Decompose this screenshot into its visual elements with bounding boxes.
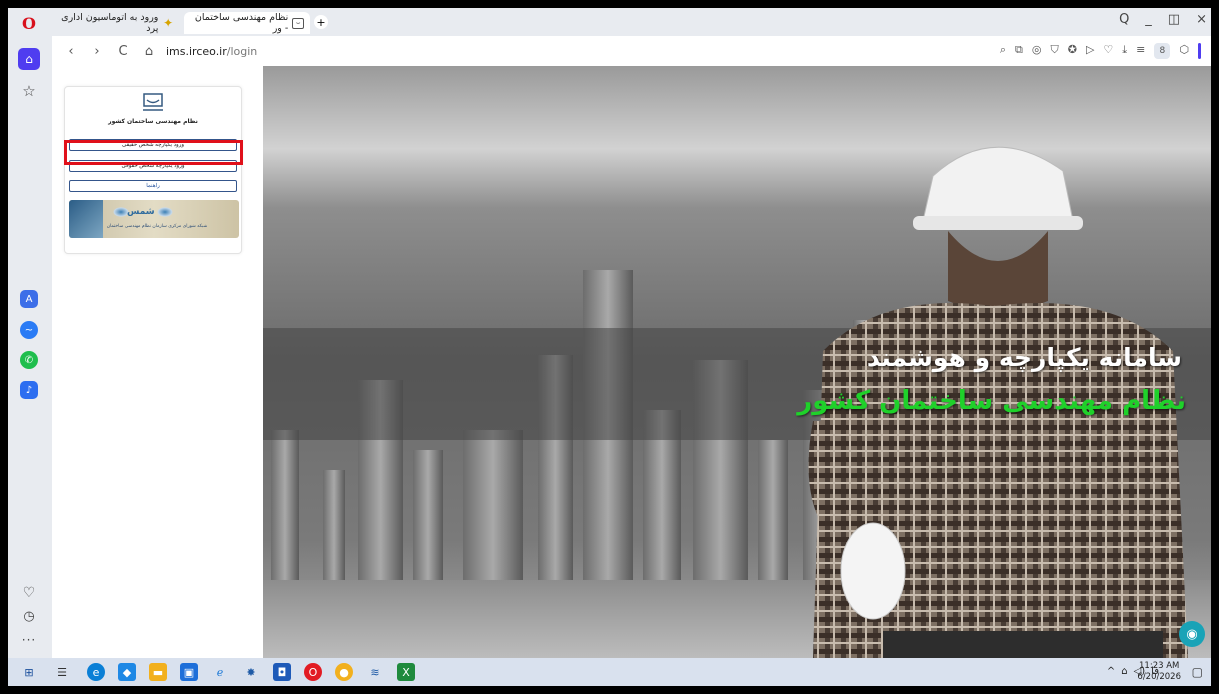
settings-tool-icon[interactable]: ✸ bbox=[242, 663, 260, 681]
tab-label: نظام مهندسی ساختمان - ور bbox=[194, 12, 289, 34]
network-app-icon[interactable]: ≋ bbox=[366, 663, 384, 681]
heart-outline-icon[interactable]: ♡ bbox=[1103, 43, 1113, 59]
back-icon[interactable]: ‹ bbox=[64, 44, 78, 59]
internet-explorer-icon[interactable]: ℯ bbox=[211, 663, 229, 681]
org-title: نظام مهندسی ساختمان کشور bbox=[108, 118, 198, 125]
window-controls: Q _ ◫ × bbox=[1119, 12, 1207, 27]
login-card: نظام مهندسی ساختمان کشور ورود یکپارچه شخ… bbox=[64, 86, 242, 254]
lock-icon[interactable]: ⌂ bbox=[142, 44, 156, 59]
clock-date: 6/20/2026 bbox=[1137, 672, 1181, 682]
app-tile-icon[interactable]: ◘ bbox=[273, 663, 291, 681]
star-icon: ✦ bbox=[163, 16, 174, 30]
file-explorer-icon[interactable]: ▬ bbox=[149, 663, 167, 681]
close-icon[interactable]: × bbox=[1196, 12, 1207, 27]
aria-app-icon[interactable]: A bbox=[20, 290, 38, 308]
login-legal-person-button[interactable]: ورود یکپارچه شخص حقوقی bbox=[69, 160, 237, 172]
camera-icon[interactable]: ◎ bbox=[1032, 43, 1042, 59]
new-tab-button[interactable]: + bbox=[314, 15, 328, 29]
hero-title: سامانه یکپارچه و هوشمند bbox=[866, 343, 1182, 372]
screen-frame: O ⌂ ☆ A ~ ✆ ♪ ♡ ◷ ··· ✦ ورود به اتوماسیو… bbox=[8, 8, 1211, 686]
excel-icon[interactable]: X bbox=[397, 663, 415, 681]
chat-icon: ◉ bbox=[1186, 626, 1198, 642]
org-logo-icon bbox=[143, 93, 163, 111]
shield-icon[interactable]: ⛉ bbox=[1050, 43, 1058, 59]
handshake-icon: ⌣ bbox=[292, 17, 304, 29]
sidebar-toggle-icon[interactable] bbox=[1198, 43, 1201, 59]
tab-bar: ✦ ورود به اتوماسیون اداری پرد ⌣ نظام مهن… bbox=[52, 8, 1211, 36]
network-icon[interactable]: ⌂ bbox=[1121, 666, 1127, 677]
menu-icon[interactable]: ≡ bbox=[1136, 43, 1145, 59]
messenger-app-icon[interactable]: ~ bbox=[20, 321, 38, 339]
browser-sidebar: O ⌂ ☆ A ~ ✆ ♪ ♡ ◷ ··· bbox=[8, 8, 52, 658]
shams-emblem-icon bbox=[157, 207, 173, 217]
address-bar: ‹ › C ⌂ ims.irceo.ir/login ⌕ ⧉ ◎ ⛉ ✪ ▷ ♡… bbox=[52, 36, 1211, 66]
url-field[interactable]: ims.irceo.ir/login bbox=[166, 45, 257, 58]
minimize-icon[interactable]: _ bbox=[1145, 12, 1152, 27]
tab-automation[interactable]: ✦ ورود به اتوماسیون اداری پرد bbox=[52, 12, 180, 34]
hero-subtitle: نظام مهندسی ساختمان کشور bbox=[797, 386, 1186, 416]
opera-taskbar-icon[interactable]: O bbox=[304, 663, 322, 681]
home-icon[interactable]: ⌂ bbox=[18, 48, 40, 70]
reload-icon[interactable]: C bbox=[116, 44, 130, 59]
forward-icon[interactable]: › bbox=[90, 44, 104, 59]
vpn-icon[interactable]: ✪ bbox=[1068, 43, 1077, 59]
tab-label: ورود به اتوماسیون اداری پرد bbox=[61, 12, 159, 34]
browser-toolbar: ⌕ ⧉ ◎ ⛉ ✪ ▷ ♡ ⤓ ≡ 8 ⬡ bbox=[1000, 43, 1201, 59]
url-domain: ims.irceo.ir bbox=[166, 44, 227, 58]
windows-taskbar: ⊞ ☰ e ◆ ▬ ▣ ℯ ✸ ◘ O ● ≋ X ^ ⌂ ◁) فا 11:2… bbox=[8, 658, 1211, 686]
restore-icon[interactable]: ◫ bbox=[1168, 12, 1180, 27]
opera-logo-icon[interactable]: O bbox=[19, 13, 39, 33]
shams-corner-graphic bbox=[69, 200, 103, 238]
heart-icon[interactable]: ♡ bbox=[19, 583, 39, 603]
guide-button[interactable]: راهنما bbox=[69, 180, 237, 192]
store-icon[interactable]: ▣ bbox=[180, 663, 198, 681]
shams-name: شمس bbox=[127, 207, 155, 217]
chevron-up-icon[interactable]: ^ bbox=[1107, 666, 1115, 677]
url-path: /login bbox=[226, 44, 258, 58]
tab-search-icon[interactable]: Q bbox=[1119, 12, 1129, 27]
clock-time: 11:23 AM bbox=[1139, 661, 1180, 671]
download-icon[interactable]: ⤓ bbox=[1122, 43, 1127, 59]
shams-description: شبکه شورای مرکزی سازمان نظام مهندسی ساخت… bbox=[106, 224, 208, 229]
web-page: نظام مهندسی ساختمان کشور ورود یکپارچه شخ… bbox=[52, 66, 1211, 658]
login-real-person-button[interactable]: ورود یکپارچه شخص حقیقی bbox=[69, 139, 237, 151]
player-app-icon[interactable]: ♪ bbox=[20, 381, 38, 399]
taskbar-clock[interactable]: 11:23 AM 6/20/2026 bbox=[1137, 661, 1181, 683]
more-options-icon[interactable]: ··· bbox=[19, 630, 39, 650]
history-clock-icon[interactable]: ◷ bbox=[19, 606, 39, 626]
chrome-icon[interactable]: ● bbox=[335, 663, 353, 681]
task-view-icon[interactable]: ☰ bbox=[53, 663, 71, 681]
start-windows-icon[interactable]: ⊞ bbox=[20, 663, 38, 681]
app-store-icon[interactable]: ◆ bbox=[118, 663, 136, 681]
snapshot-icon[interactable]: ⧉ bbox=[1015, 43, 1023, 59]
extensions-icon[interactable]: ⬡ bbox=[1179, 43, 1189, 59]
edge-icon[interactable]: e bbox=[87, 663, 105, 681]
hero-banner: سامانه یکپارچه و هوشمند نظام مهندسی ساخت… bbox=[263, 66, 1211, 658]
bookmarks-star-icon[interactable]: ☆ bbox=[19, 81, 39, 101]
whatsapp-app-icon[interactable]: ✆ bbox=[20, 351, 38, 369]
notification-icon[interactable]: ▢ bbox=[1192, 665, 1203, 679]
profile-icon[interactable]: 8 bbox=[1154, 43, 1171, 59]
play-icon[interactable]: ▷ bbox=[1086, 43, 1094, 59]
shams-banner[interactable]: شمس شبکه شورای مرکزی سازمان نظام مهندسی … bbox=[69, 200, 239, 238]
tab-engineering-login[interactable]: ⌣ نظام مهندسی ساختمان - ور bbox=[184, 12, 310, 34]
chat-support-button[interactable]: ◉ bbox=[1179, 621, 1205, 647]
search-icon[interactable]: ⌕ bbox=[1000, 43, 1006, 59]
